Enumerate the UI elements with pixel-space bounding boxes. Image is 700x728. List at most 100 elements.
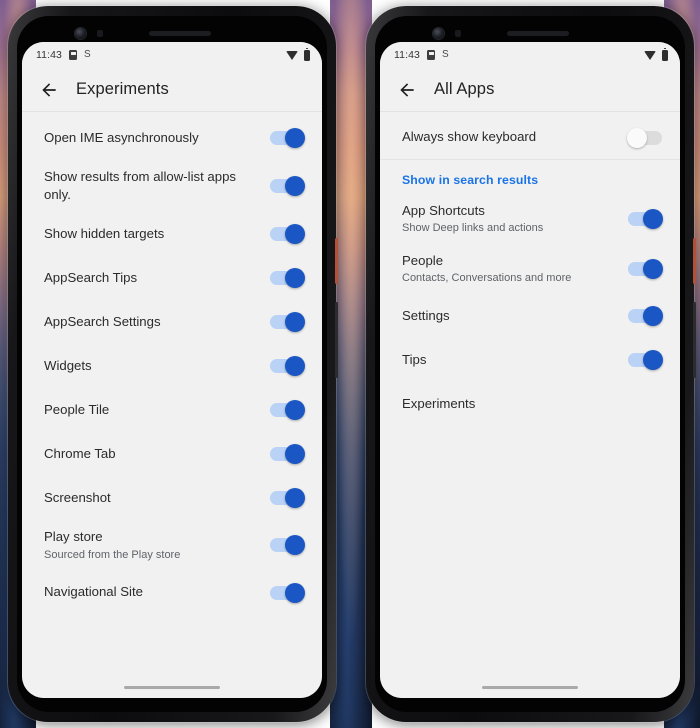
list-item-title: AppSearch Settings: [44, 314, 161, 330]
switch-thumb: [643, 306, 663, 327]
battery-icon: [304, 47, 310, 61]
status-clock: 11:43: [394, 49, 420, 61]
list-item[interactable]: App Shortcuts Show Deep links and action…: [380, 194, 680, 244]
status-clock: 11:43: [36, 49, 62, 61]
row-texts: Experiments: [402, 395, 662, 413]
back-arrow-icon[interactable]: [396, 79, 418, 101]
toggle-switch-play-store[interactable]: [270, 535, 305, 556]
list-item[interactable]: AppSearch Tips: [22, 256, 322, 300]
list-item[interactable]: AppSearch Settings: [22, 300, 322, 344]
list-item[interactable]: Always show keyboard: [380, 116, 680, 160]
list-item[interactable]: Widgets: [22, 344, 322, 388]
back-arrow-icon[interactable]: [38, 79, 60, 101]
row-texts: People Tile: [44, 401, 260, 419]
row-texts: Screenshot: [44, 489, 260, 507]
list-item[interactable]: Tips: [380, 338, 680, 382]
switch-thumb: [285, 268, 305, 289]
row-texts: Widgets: [44, 357, 260, 375]
toggle-switch-show-results-from-allow-list-apps[interactable]: [270, 176, 305, 197]
toggle-switch-app-shortcuts[interactable]: [628, 209, 663, 230]
wifi-icon: [286, 50, 298, 60]
row-texts: Chrome Tab: [44, 445, 260, 463]
list-item[interactable]: Show results from allow-list apps only.: [22, 160, 322, 212]
list-item[interactable]: Settings: [380, 294, 680, 338]
settings-list-experiments[interactable]: Open IME asynchronously Show results fro…: [22, 112, 322, 676]
switch-thumb: [285, 356, 305, 377]
list-item[interactable]: People Contacts, Conversations and more: [380, 244, 680, 294]
row-texts: AppSearch Tips: [44, 269, 260, 287]
list-item-title: Play store: [44, 529, 103, 545]
gesture-pill[interactable]: [482, 685, 578, 689]
toggle-switch-screenshot[interactable]: [270, 488, 305, 509]
volume-button[interactable]: [335, 302, 338, 378]
list-item-title: Open IME asynchronously: [44, 129, 199, 145]
app-bar: All Apps: [380, 68, 680, 112]
screen-left: 11:43 S Experiments Open IME asynchronou…: [22, 42, 322, 698]
row-texts: Open IME asynchronously: [44, 129, 260, 147]
status-bar-left: 11:43 S: [394, 49, 449, 61]
front-camera-icon: [75, 27, 86, 39]
list-item-title: AppSearch Tips: [44, 270, 138, 286]
list-item-title: App Shortcuts: [402, 203, 485, 218]
list-item-title: Show results from allow-list apps only.: [44, 169, 237, 203]
front-camera-icon: [433, 27, 444, 39]
switch-thumb: [643, 209, 663, 230]
power-button[interactable]: [693, 238, 696, 284]
list-item-title: People: [402, 253, 444, 269]
sensor-row: [375, 25, 685, 41]
s-badge-icon: S: [442, 49, 449, 60]
list-item[interactable]: Screenshot: [22, 476, 322, 520]
page-title: All Apps: [434, 80, 495, 98]
switch-thumb: [643, 350, 663, 371]
toggle-switch-widgets[interactable]: [270, 356, 305, 377]
list-item-title: Show hidden targets: [44, 226, 165, 242]
power-button[interactable]: [335, 238, 338, 284]
gesture-pill[interactable]: [124, 685, 220, 689]
toggle-switch-appsearch-settings[interactable]: [270, 312, 305, 333]
toggle-switch-people-tile[interactable]: [270, 400, 305, 421]
toggle-switch-show-hidden-targets[interactable]: [270, 224, 305, 245]
row-texts: AppSearch Settings: [44, 313, 260, 331]
list-item-title: Settings: [402, 308, 450, 324]
proximity-sensor-icon: [97, 29, 103, 37]
section-header-show-in-search-results: Show in search results: [402, 173, 539, 187]
list-item-title: Experiments: [402, 396, 476, 412]
list-item[interactable]: People Tile: [22, 388, 322, 432]
list-item[interactable]: Open IME asynchronously: [22, 116, 322, 160]
list-item-title: Widgets: [44, 358, 92, 374]
row-texts: Play store Sourced from the Play store: [44, 528, 260, 562]
list-item[interactable]: Play store Sourced from the Play store: [22, 520, 322, 570]
toggle-switch-settings[interactable]: [628, 306, 663, 327]
toggle-switch-people[interactable]: [628, 259, 663, 280]
list-item-title: Always show keyboard: [402, 129, 537, 145]
page-title: Experiments: [76, 80, 169, 98]
status-bar-right: [644, 47, 668, 61]
list-item-title: Chrome Tab: [44, 446, 116, 462]
list-item-title: Tips: [402, 352, 427, 368]
app-bar: Experiments: [22, 68, 322, 112]
wifi-icon: [644, 50, 656, 60]
proximity-sensor-icon: [455, 29, 461, 37]
list-item[interactable]: Show hidden targets: [22, 212, 322, 256]
list-item[interactable]: Navigational Site: [22, 571, 322, 615]
list-item-subtitle: Show Deep links and actions: [402, 222, 544, 235]
toggle-switch-always-show-keyboard[interactable]: [627, 127, 662, 148]
switch-thumb: [285, 444, 305, 465]
switch-thumb: [285, 535, 305, 556]
row-texts: Always show keyboard: [402, 128, 618, 146]
status-bar-right: [286, 47, 310, 61]
list-item[interactable]: Experiments: [380, 382, 680, 426]
list-item[interactable]: Chrome Tab: [22, 432, 322, 476]
switch-thumb: [285, 176, 305, 197]
navigation-bar: [380, 676, 680, 698]
toggle-switch-chrome-tab[interactable]: [270, 444, 305, 465]
toggle-switch-appsearch-tips[interactable]: [270, 268, 305, 289]
toggle-switch-tips[interactable]: [628, 350, 663, 371]
toggle-switch-open-ime-asynchronously[interactable]: [270, 128, 305, 148]
settings-list-all-apps[interactable]: Always show keyboard Show in search resu…: [380, 112, 680, 676]
volume-button[interactable]: [693, 302, 696, 378]
switch-thumb: [285, 312, 305, 333]
sim-card-icon: [69, 50, 77, 60]
toggle-switch-navigational-site[interactable]: [270, 582, 305, 603]
earpiece-speaker: [149, 30, 211, 36]
